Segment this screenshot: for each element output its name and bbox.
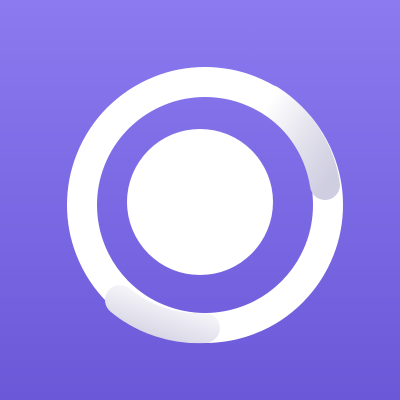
center-dot (127, 129, 273, 275)
app-icon (0, 0, 400, 400)
ring-with-dot-logo-icon (0, 0, 400, 400)
